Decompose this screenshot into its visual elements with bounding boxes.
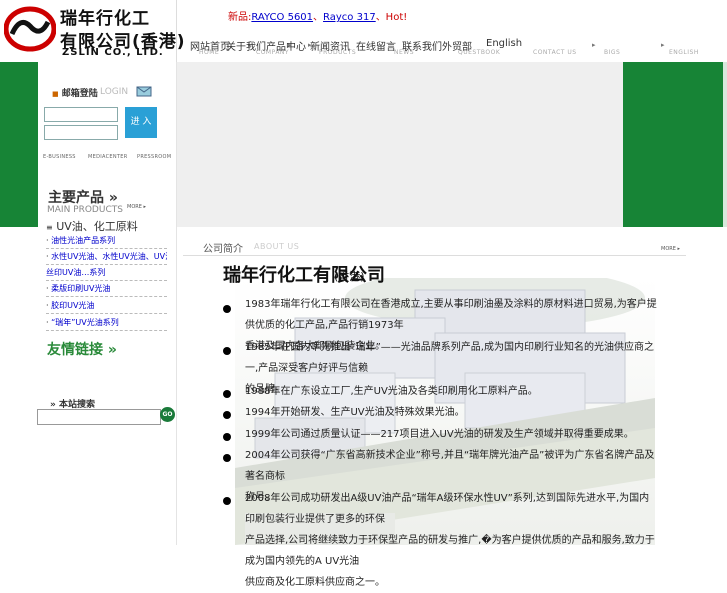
product-item-label[interactable]: 柔版印刷UV光油 xyxy=(51,284,110,293)
site-search-go-button[interactable]: GO xyxy=(160,407,175,422)
about-title-en: ABOUT US xyxy=(254,242,300,251)
banner-green-left xyxy=(0,62,38,227)
history-text: 2008年公司成功研发出A级UV油产品“瑞年A级环保水性UV”系列,达到国际先进… xyxy=(245,493,650,525)
ticker-prefix: 新品: xyxy=(228,12,252,23)
products-title: 主要产品 » xyxy=(48,190,118,206)
ticker-link-rayco-5601[interactable]: RAYCO 5601 xyxy=(251,12,313,23)
login-bullet-icon: ■ xyxy=(52,90,59,98)
history-text: 1983年瑞年行化工有限公司在香港成立,主要从事印刷油墨及涂料的原材料进口贸易,… xyxy=(245,299,657,331)
product-item-label[interactable]: 水性UV光油、水性UV光油、UV油 xyxy=(51,252,167,261)
nav-home-en: HOME xyxy=(199,49,220,56)
ticker-separator: 、 xyxy=(313,12,324,23)
nav-news[interactable]: 新闻资讯 xyxy=(310,38,350,53)
nav-contact[interactable]: 联系我们 xyxy=(402,38,442,53)
logo-mark-icon xyxy=(4,6,56,52)
about-title: 公司简介 xyxy=(203,244,243,255)
product-category-label: UV油、化工原料 xyxy=(56,220,138,233)
login-submit-button[interactable]: 进 入 xyxy=(125,107,157,138)
history-text: 供应商及化工原料供应商之一。 xyxy=(245,577,385,588)
login-title-en: LOGIN xyxy=(100,87,129,97)
banner-edge xyxy=(723,62,727,227)
sidebar: ■ 邮箱登陆 LOGIN 进 入 E-BUSINESS MEDIACENTER … xyxy=(37,62,177,545)
nav-contact-en: CONTACT US xyxy=(533,49,577,56)
new-products-ticker: 新品:RAYCO 5601、Rayco 317、Hot! xyxy=(228,8,407,23)
history-text: 1988年在广东设立工厂,生产UV光油及各类印刷用化工原料产品。 xyxy=(245,386,538,397)
login-title: ■ 邮箱登陆 xyxy=(52,86,98,99)
product-item-label[interactable]: 油性光油产品系列 xyxy=(51,236,115,245)
products-title-en: MAIN PRODUCTS xyxy=(47,205,123,215)
banner-area xyxy=(176,62,623,227)
ticker-link-rayco-317[interactable]: Rayco 317 xyxy=(323,12,376,23)
history-text: 2004年公司获得“广东省高新技术企业”称号,并且“瑞年牌光油产品”被评为广东省… xyxy=(245,450,655,482)
history-item-1994: 1994年开始研发、生产UV光油及特殊效果光油。 xyxy=(223,402,659,423)
history-text: 1994年开始研发、生产UV光油及特殊效果光油。 xyxy=(245,407,465,418)
history-text: 1999年公司通过质量认证——217项目进入UV光油的研发及生产领域并取得重要成… xyxy=(245,429,634,440)
product-item[interactable]: 丝印UV油…系列 xyxy=(46,266,167,281)
product-item-label[interactable]: “瑞年”UV光油系列 xyxy=(51,318,119,327)
mail-icon xyxy=(136,86,152,97)
nav-english-en: ENGLISH xyxy=(669,49,699,56)
link-mediacenter[interactable]: MEDIACENTER xyxy=(88,154,128,160)
history-item-1999: 1999年公司通过质量认证——217项目进入UV光油的研发及生产领域并取得重要成… xyxy=(223,424,659,445)
link-pressroom[interactable]: PRESSROOM xyxy=(137,154,171,160)
about-header: 公司简介 ABOUT US MORE ▸ xyxy=(183,233,686,256)
product-item[interactable]: · 胶印UV光油 xyxy=(46,299,167,314)
login-username-input[interactable] xyxy=(44,107,118,122)
nav-products[interactable]: 产品中心 xyxy=(266,38,306,53)
product-item-label[interactable]: 丝印UV油…系列 xyxy=(46,268,105,277)
nav-questbook[interactable]: 在线留言 xyxy=(356,38,396,53)
products-more-link[interactable]: MORE ▸ xyxy=(127,204,146,210)
product-item[interactable]: · 柔版印刷UV光油 xyxy=(46,282,167,297)
ticker-suffix: 、Hot! xyxy=(375,12,408,23)
company-name-suffix: (香港) xyxy=(334,270,365,283)
category-bullet-icon: ≡ xyxy=(46,223,53,232)
logo[interactable]: 瑞年行化工 有限公司(香港) ZSLIN CO., LTD. xyxy=(0,0,185,62)
link-ebusiness[interactable]: E-BUSINESS xyxy=(43,154,76,160)
about-section: 公司简介 ABOUT US MORE ▸ 瑞年行化工有限公司 (香港) 1983… xyxy=(183,233,686,588)
login-password-input[interactable] xyxy=(44,125,118,140)
history-item-2008: 2008年公司成功研发出A级UV油产品“瑞年A级环保水性UV”系列,达到国际先进… xyxy=(223,488,659,593)
nav-separator-icon: ▸ xyxy=(592,41,596,49)
history-item-1988: 1988年在广东设立工厂,生产UV光油及各类印刷用化工原料产品。 xyxy=(223,381,659,402)
banner-green-right xyxy=(623,62,723,227)
logo-english-name: ZSLIN CO., LTD. xyxy=(62,47,164,58)
history-text: 1985年在国内率先推出“瑞年”——光油品牌系列产品,成为国内印刷行业知名的光油… xyxy=(245,342,654,374)
nav-trade[interactable]: 外贸部 xyxy=(442,38,472,53)
product-item[interactable]: · 油性光油产品系列 xyxy=(46,234,167,249)
header-divider xyxy=(176,0,177,62)
login-title-text: 邮箱登陆 xyxy=(61,89,98,99)
logo-title-line1: 瑞年行化工 xyxy=(60,9,150,29)
product-item-label[interactable]: 胶印UV光油 xyxy=(51,301,94,310)
main-nav: 网站首页 HOME ▸ 关于我们 COMPANY ▸ 产品中心 PRODUCTS… xyxy=(186,38,726,62)
product-item[interactable]: · 水性UV光油、水性UV光油、UV油 xyxy=(46,250,167,265)
nav-trade-en: BIGS xyxy=(604,49,621,56)
site-search-input[interactable] xyxy=(37,409,161,425)
product-item[interactable]: · “瑞年”UV光油系列 xyxy=(46,316,167,331)
friend-links-title: 友情链接 » xyxy=(47,342,117,358)
product-category-heading: ≡ UV油、化工原料 xyxy=(46,218,138,234)
nav-english[interactable]: English xyxy=(486,38,522,49)
nav-separator-icon: ▸ xyxy=(661,41,665,49)
history-text: 产品选择,公司将继续致力于环保型产品的研发与推广,�为客户提供优质的产品和服务,… xyxy=(245,535,655,567)
about-more-link[interactable]: MORE ▸ xyxy=(661,246,680,252)
